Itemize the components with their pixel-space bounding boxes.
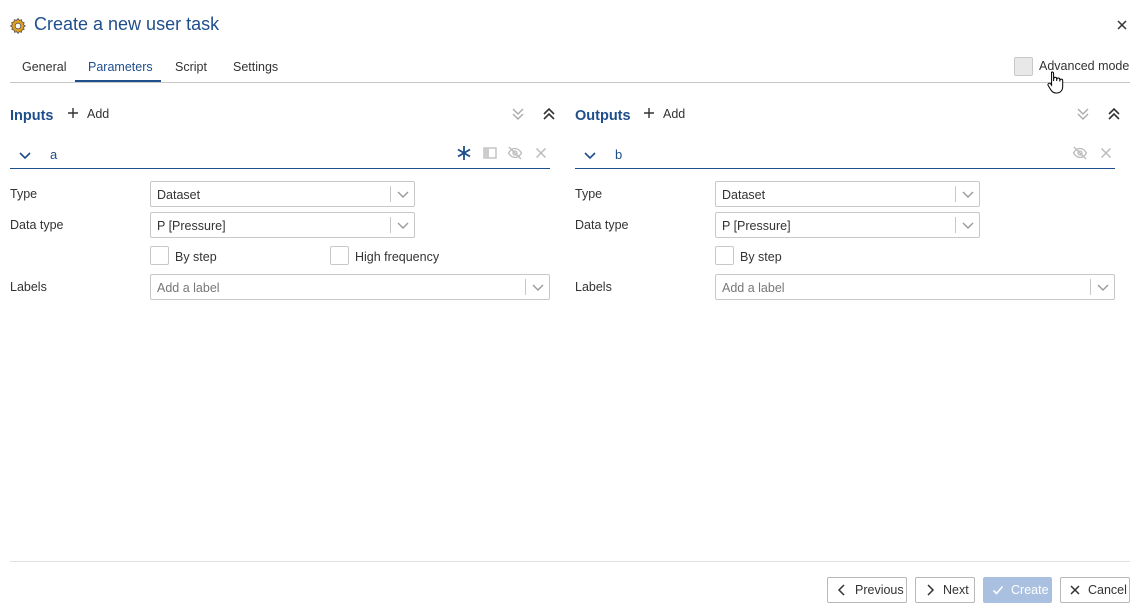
high-frequency-checkbox[interactable] xyxy=(330,246,349,265)
tab-bar: General Parameters Script Settings xyxy=(10,52,1130,83)
add-input-button[interactable]: Add xyxy=(67,106,109,126)
output-parameter-row[interactable]: b xyxy=(575,142,1115,169)
required-asterisk-icon[interactable] xyxy=(456,145,472,161)
gear-icon xyxy=(9,17,27,35)
data-type-label: Data type xyxy=(10,218,64,232)
next-label: Next xyxy=(943,583,969,597)
by-step-checkbox[interactable] xyxy=(715,246,734,265)
chevron-down-icon xyxy=(396,220,410,230)
chevron-down-icon[interactable] xyxy=(18,150,32,160)
create-label: Create xyxy=(1011,583,1049,597)
previous-label: Previous xyxy=(855,583,904,597)
delete-parameter-icon[interactable] xyxy=(1098,145,1114,161)
footer-divider xyxy=(10,561,1130,562)
tab-parameters[interactable]: Parameters xyxy=(88,60,153,74)
data-type-select[interactable]: P [Pressure] xyxy=(150,212,415,238)
type-label: Type xyxy=(10,187,38,201)
input-parameter-name: a xyxy=(50,147,58,162)
inputs-title: Inputs xyxy=(10,108,54,124)
check-icon xyxy=(992,585,1004,595)
type-value: Dataset xyxy=(722,188,766,202)
labels-placeholder: Add a label xyxy=(722,281,785,295)
data-type-value: P [Pressure] xyxy=(722,219,791,233)
type-value: Dataset xyxy=(157,188,201,202)
labels-placeholder: Add a label xyxy=(157,281,220,295)
panel-toggle-icon[interactable] xyxy=(482,145,498,161)
output-parameter-name: b xyxy=(615,147,623,162)
add-output-label: Add xyxy=(663,107,686,121)
collapse-all-icon[interactable] xyxy=(1075,106,1091,122)
chevron-down-icon xyxy=(961,189,975,199)
labels-label: Labels xyxy=(575,280,612,294)
cancel-button[interactable]: Cancel xyxy=(1060,577,1130,603)
select-separator xyxy=(1090,279,1091,295)
data-type-value: P [Pressure] xyxy=(157,219,226,233)
chevron-down-icon xyxy=(396,189,410,199)
visibility-off-icon[interactable] xyxy=(507,145,523,161)
create-button[interactable]: Create xyxy=(983,577,1052,603)
by-step-checkbox[interactable] xyxy=(150,246,169,265)
tab-settings[interactable]: Settings xyxy=(233,60,278,74)
delete-parameter-icon[interactable] xyxy=(533,145,549,161)
visibility-off-icon[interactable] xyxy=(1072,145,1088,161)
expand-all-icon[interactable] xyxy=(1106,106,1122,122)
high-frequency-label: High frequency xyxy=(355,250,440,264)
outputs-title: Outputs xyxy=(575,108,631,124)
type-select[interactable]: Dataset xyxy=(715,181,980,207)
select-separator xyxy=(390,186,391,202)
by-step-label: By step xyxy=(740,250,782,264)
type-select[interactable]: Dataset xyxy=(150,181,415,207)
chevron-left-icon xyxy=(837,584,845,596)
labels-label: Labels xyxy=(10,280,47,294)
next-button[interactable]: Next xyxy=(915,577,975,603)
plus-icon xyxy=(643,107,655,119)
close-icon[interactable] xyxy=(1113,16,1131,34)
select-separator xyxy=(525,279,526,295)
close-icon xyxy=(1070,585,1080,595)
chevron-down-icon[interactable] xyxy=(583,150,597,160)
labels-select[interactable]: Add a label xyxy=(715,274,1115,300)
active-tab-indicator xyxy=(75,80,161,82)
plus-icon xyxy=(67,107,79,119)
data-type-label: Data type xyxy=(575,218,629,232)
chevron-down-icon xyxy=(1096,282,1110,292)
chevron-right-icon xyxy=(927,584,935,596)
select-separator xyxy=(390,217,391,233)
select-separator xyxy=(955,217,956,233)
chevron-down-icon xyxy=(531,282,545,292)
hand-cursor-icon xyxy=(1046,70,1066,96)
labels-select[interactable]: Add a label xyxy=(150,274,550,300)
by-step-label: By step xyxy=(175,250,217,264)
tab-general[interactable]: General xyxy=(22,60,66,74)
add-output-button[interactable]: Add xyxy=(643,106,685,126)
dialog-header: Create a new user task xyxy=(0,0,1140,52)
previous-button[interactable]: Previous xyxy=(827,577,907,603)
chevron-down-icon xyxy=(961,220,975,230)
data-type-select[interactable]: P [Pressure] xyxy=(715,212,980,238)
expand-all-icon[interactable] xyxy=(541,106,557,122)
tab-script[interactable]: Script xyxy=(175,60,207,74)
add-input-label: Add xyxy=(87,107,110,121)
input-parameter-row[interactable]: a xyxy=(10,142,550,169)
type-label: Type xyxy=(575,187,603,201)
dialog-title: Create a new user task xyxy=(34,14,220,34)
advanced-mode-checkbox[interactable] xyxy=(1014,57,1033,76)
collapse-all-icon[interactable] xyxy=(510,106,526,122)
cancel-label: Cancel xyxy=(1088,583,1127,597)
select-separator xyxy=(955,186,956,202)
